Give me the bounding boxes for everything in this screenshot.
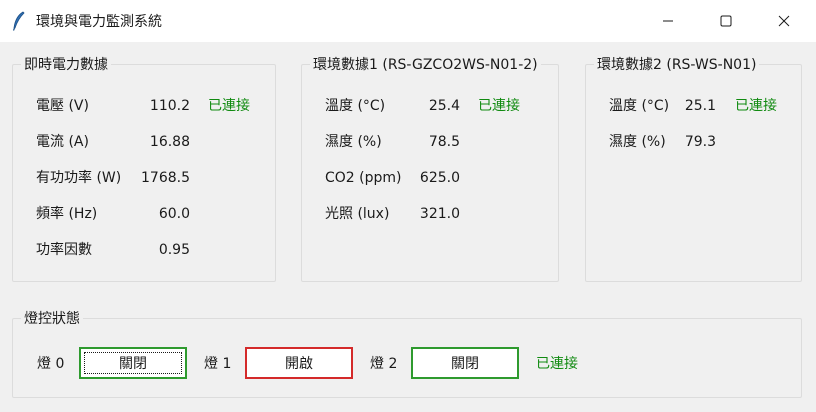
env1-co2-label: CO2 (ppm) <box>325 170 402 186</box>
power-status: 已連接 <box>208 98 250 114</box>
current-value: 16.88 <box>149 134 190 150</box>
lamp-group-title: 燈控狀態 <box>24 311 80 327</box>
env2-group-title: 環境數據2 (RS-WS-N01) <box>597 57 757 73</box>
current-label: 電流 (A) <box>36 134 89 150</box>
window-title: 環境與電力監測系統 <box>36 14 162 30</box>
env1-status: 已連接 <box>478 98 520 114</box>
active-power-label: 有功功率 (W) <box>36 170 122 186</box>
env1-temperature-value: 25.4 <box>428 98 460 114</box>
frequency-value: 60.0 <box>158 206 190 222</box>
env1-humidity-value: 78.5 <box>428 134 460 150</box>
env1-humidity-label: 濕度 (%) <box>325 134 382 150</box>
env2-group: 環境數據2 (RS-WS-N01) <box>585 54 802 282</box>
lamp-1-toggle-button[interactable]: 開啟 <box>245 347 353 379</box>
env1-group-title: 環境數據1 (RS-GZCO2WS-N01-2) <box>313 57 538 73</box>
lamp-0-label: 燈 0 <box>37 356 65 372</box>
env1-group: 環境數據1 (RS-GZCO2WS-N01-2) <box>301 54 559 282</box>
active-power-value: 1768.5 <box>141 170 190 186</box>
maximize-button[interactable] <box>699 0 753 42</box>
close-button[interactable] <box>757 0 811 42</box>
close-icon <box>778 15 790 27</box>
power-factor-label: 功率因數 <box>36 242 92 258</box>
lamp-2-label: 燈 2 <box>370 356 398 372</box>
voltage-label: 電壓 (V) <box>36 98 89 114</box>
main-window: 環境與電力監測系統 即時電力數據 電壓 (V) 110.2 已連接 電流 (A)… <box>0 0 816 412</box>
lamp-1-button-label: 開啟 <box>285 356 313 372</box>
lamp-2-button-label: 關閉 <box>451 356 479 372</box>
voltage-value: 110.2 <box>149 98 190 114</box>
lamp-0-toggle-button[interactable]: 關閉 <box>79 347 187 379</box>
env1-co2-value: 625.0 <box>419 170 460 186</box>
minimize-button[interactable] <box>641 0 695 42</box>
env2-humidity-value: 79.3 <box>684 134 716 150</box>
power-factor-value: 0.95 <box>158 242 190 258</box>
lamp-0-button-label: 關閉 <box>84 352 182 374</box>
env2-status: 已連接 <box>735 98 777 114</box>
lamp-2-toggle-button[interactable]: 關閉 <box>411 347 519 379</box>
env1-light-label: 光照 (lux) <box>325 206 390 222</box>
env2-humidity-label: 濕度 (%) <box>609 134 666 150</box>
title-bar: 環境與電力監測系統 <box>0 0 816 42</box>
maximize-icon <box>720 15 732 27</box>
feather-icon <box>12 11 25 31</box>
lamp-1-label: 燈 1 <box>204 356 232 372</box>
minimize-icon <box>663 20 673 22</box>
env2-temperature-value: 25.1 <box>684 98 716 114</box>
lamp-status: 已連接 <box>536 356 578 372</box>
frequency-label: 頻率 (Hz) <box>36 206 98 222</box>
env1-temperature-label: 溫度 (°C) <box>325 98 386 114</box>
env1-light-value: 321.0 <box>419 206 460 222</box>
power-group-title: 即時電力數據 <box>24 57 108 73</box>
